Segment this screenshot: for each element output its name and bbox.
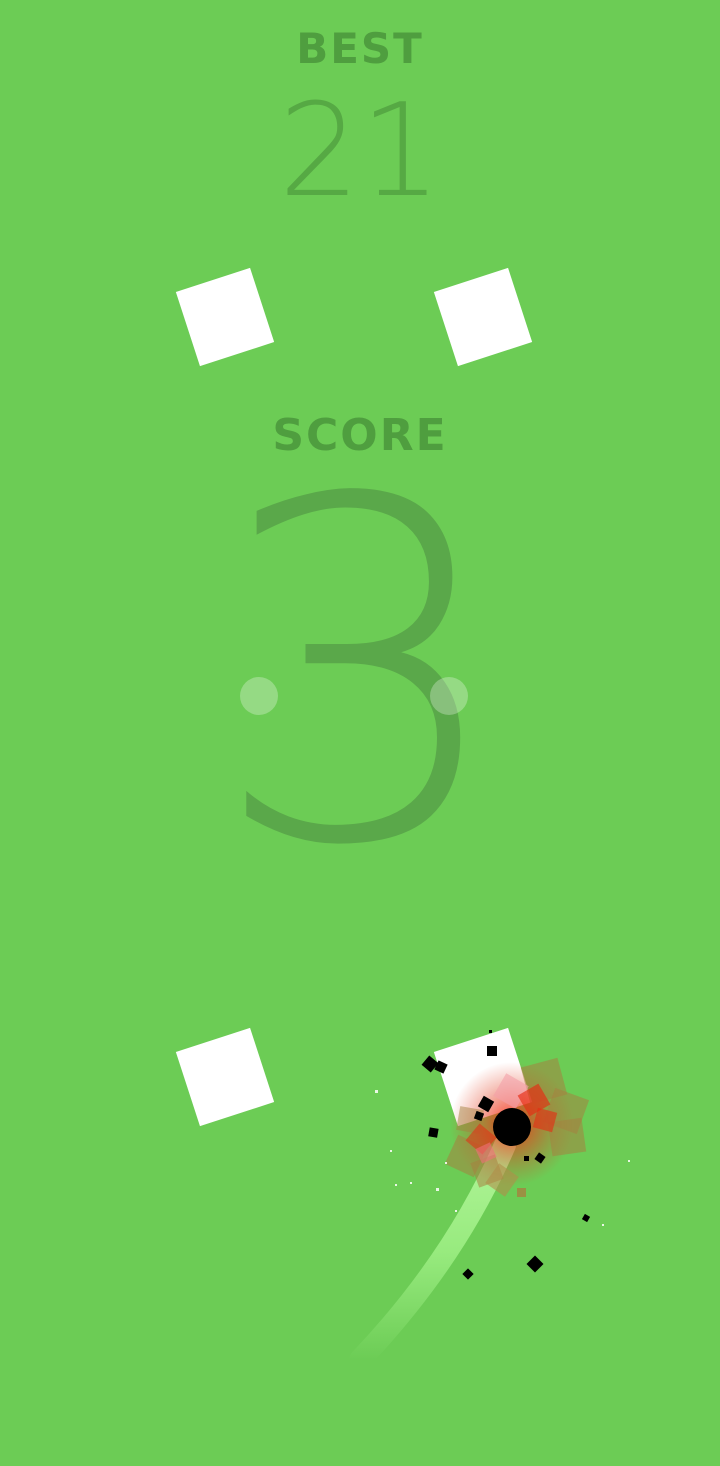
game-area[interactable]: BEST 21 SCORE 3 [0, 0, 720, 1466]
effects-layer [349, 1030, 630, 1371]
player-ball [493, 1108, 531, 1146]
